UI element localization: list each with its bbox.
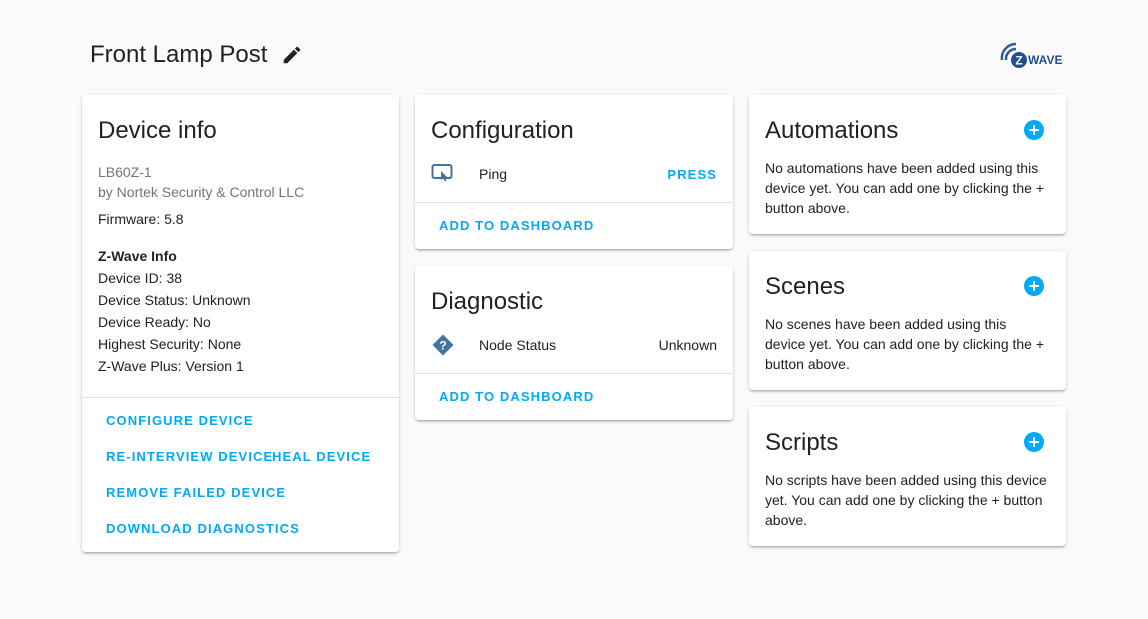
ping-entity-row[interactable]: Ping PRESS xyxy=(431,159,717,189)
svg-text:?: ? xyxy=(439,339,446,353)
device-manufacturer: by Nortek Security & Control LLC xyxy=(98,184,305,200)
scripts-card: Scripts No scripts have been added using… xyxy=(749,407,1066,546)
svg-text:Z: Z xyxy=(1015,54,1022,68)
heal-device-button[interactable]: HEAL DEVICE xyxy=(272,449,371,464)
divider xyxy=(415,202,733,203)
zwave-plus: Z-Wave Plus: Version 1 xyxy=(98,358,244,374)
scenes-empty-text: No scenes have been added using this dev… xyxy=(765,316,1045,372)
device-firmware: Firmware: 5.8 xyxy=(98,211,184,227)
page-header: Front Lamp Post xyxy=(90,38,303,72)
configuration-card: Configuration Ping PRESS ADD TO DASHBOAR… xyxy=(415,95,733,249)
entity-name: Ping xyxy=(479,166,508,182)
device-info-card: Device info LB60Z-1 by Nortek Security &… xyxy=(82,95,399,552)
entity-name: Node Status xyxy=(479,337,557,353)
add-scene-icon[interactable] xyxy=(1024,276,1044,296)
diagnostic-title: Diagnostic xyxy=(431,288,544,315)
gesture-tap-button-icon xyxy=(431,162,455,186)
add-script-icon[interactable] xyxy=(1024,432,1044,452)
highest-security: Highest Security: None xyxy=(98,336,242,352)
device-info-title: Device info xyxy=(98,117,217,144)
scenes-card: Scenes No scenes have been added using t… xyxy=(749,251,1066,390)
device-id: Device ID: 38 xyxy=(98,270,183,286)
add-to-dashboard-button[interactable]: ADD TO DASHBOARD xyxy=(439,218,594,233)
device-ready: Device Ready: No xyxy=(98,314,211,330)
scenes-title: Scenes xyxy=(765,273,846,300)
device-status: Device Status: Unknown xyxy=(98,292,251,308)
scripts-empty-text: No scripts have been added using this de… xyxy=(765,472,1047,528)
zwave-logo: Z WAVE xyxy=(998,38,1068,70)
download-diagnostics-button[interactable]: DOWNLOAD DIAGNOSTICS xyxy=(106,521,300,536)
node-status-entity-row[interactable]: ? Node Status Unknown xyxy=(431,330,717,360)
add-to-dashboard-button[interactable]: ADD TO DASHBOARD xyxy=(439,389,594,404)
svg-text:WAVE: WAVE xyxy=(1028,53,1062,67)
remove-failed-device-button[interactable]: REMOVE FAILED DEVICE xyxy=(106,485,286,500)
automations-empty-text: No automations have been added using thi… xyxy=(765,160,1045,216)
add-automation-icon[interactable] xyxy=(1024,120,1044,140)
reinterview-device-button[interactable]: RE-INTERVIEW DEVICE xyxy=(106,449,273,464)
device-model: LB60Z-1 xyxy=(98,164,152,180)
automations-title: Automations xyxy=(765,117,899,144)
divider xyxy=(415,373,733,374)
help-rhombus-icon: ? xyxy=(431,333,455,357)
configure-device-button[interactable]: CONFIGURE DEVICE xyxy=(106,413,254,428)
divider xyxy=(82,397,399,398)
diagnostic-card: Diagnostic ? Node Status Unknown ADD TO … xyxy=(415,266,733,420)
configuration-title: Configuration xyxy=(431,117,574,144)
page-title: Front Lamp Post xyxy=(90,41,268,68)
zwave-info-heading: Z-Wave Info xyxy=(98,248,177,264)
press-button[interactable]: PRESS xyxy=(667,167,717,182)
automations-card: Automations No automations have been add… xyxy=(749,95,1066,234)
pencil-icon[interactable] xyxy=(281,44,303,66)
scripts-title: Scripts xyxy=(765,429,839,456)
entity-state: Unknown xyxy=(658,337,717,353)
